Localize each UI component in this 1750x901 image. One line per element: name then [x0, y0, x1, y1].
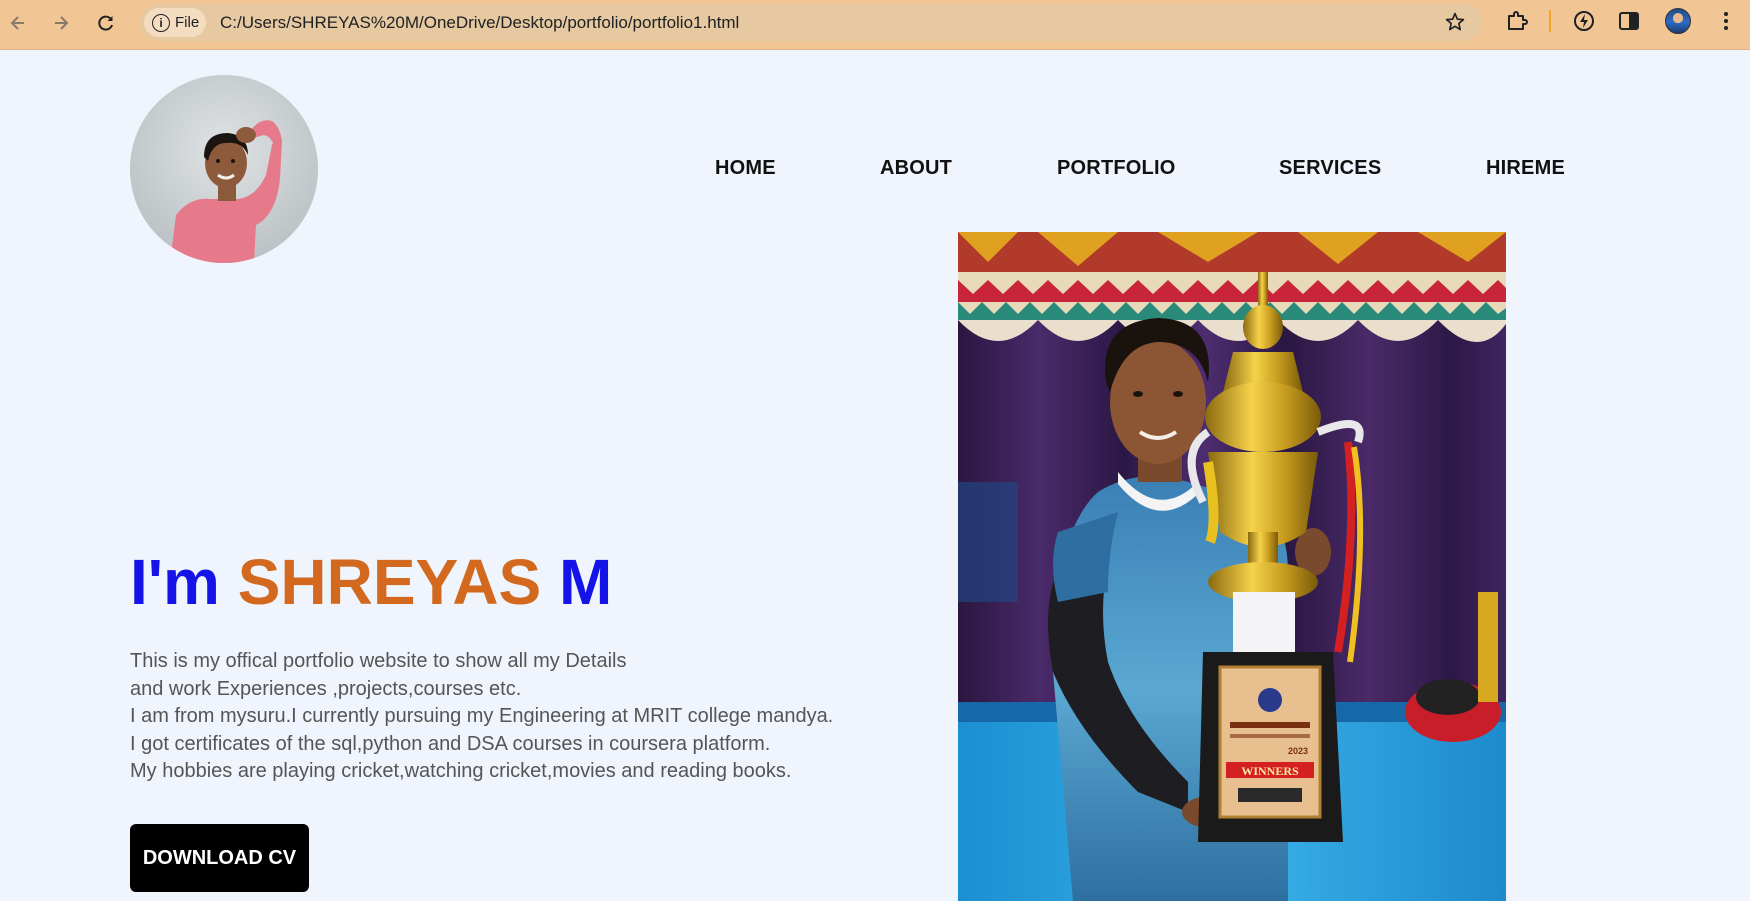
address-bar[interactable]: i File C:/Users/SHREYAS%20M/OneDrive/Des…	[140, 4, 1482, 41]
hero-photo: WINNERS 2023	[958, 232, 1506, 901]
site-info-label: File	[175, 14, 200, 31]
bio-line: This is my offical portfolio website to …	[130, 650, 627, 672]
hero-prefix: I'm	[130, 546, 220, 618]
profile-picture	[130, 75, 318, 263]
reload-icon[interactable]	[91, 8, 121, 38]
site-info-chip[interactable]: i File	[144, 8, 206, 37]
extensions-icon[interactable]	[1505, 9, 1529, 33]
bio-line: My hobbies are playing cricket,watching …	[130, 760, 792, 782]
plaque-year-text: 2023	[1288, 746, 1308, 756]
browser-toolbar: i File C:/Users/SHREYAS%20M/OneDrive/Des…	[0, 0, 1750, 50]
nav-hireme[interactable]: HIREME	[1486, 157, 1565, 180]
nav-about[interactable]: ABOUT	[880, 157, 952, 180]
bio-line: I got certificates of the sql,python and…	[130, 732, 771, 755]
back-arrow-icon[interactable]	[3, 8, 33, 38]
side-panel-icon[interactable]	[1617, 9, 1641, 33]
plaque-winners-text: WINNERS	[1241, 764, 1299, 778]
download-cv-button[interactable]: DOWNLOAD CV	[130, 824, 309, 892]
url-text[interactable]: C:/Users/SHREYAS%20M/OneDrive/Desktop/po…	[220, 13, 739, 33]
toolbar-separator	[1549, 10, 1551, 32]
nav-services[interactable]: SERVICES	[1279, 157, 1381, 180]
bio-paragraph: This is my offical portfolio website to …	[130, 648, 833, 786]
hero-title: I'm SHREYAS M	[130, 550, 612, 614]
forward-arrow-icon[interactable]	[46, 8, 76, 38]
performance-icon[interactable]	[1572, 9, 1596, 33]
kebab-menu-icon[interactable]	[1718, 8, 1734, 34]
profile-avatar[interactable]	[1665, 8, 1691, 34]
bio-line: and work Experiences ,projects,courses e…	[130, 677, 522, 700]
nav-portfolio[interactable]: PORTFOLIO	[1057, 157, 1175, 180]
info-icon: i	[152, 13, 170, 32]
hero-last-name: M	[559, 546, 613, 618]
hero-first-name: SHREYAS	[237, 546, 542, 618]
nav-home[interactable]: HOME	[715, 157, 776, 180]
bio-line: I am from mysuru.I currently pursuing my…	[130, 705, 834, 727]
star-icon[interactable]	[1444, 11, 1466, 33]
